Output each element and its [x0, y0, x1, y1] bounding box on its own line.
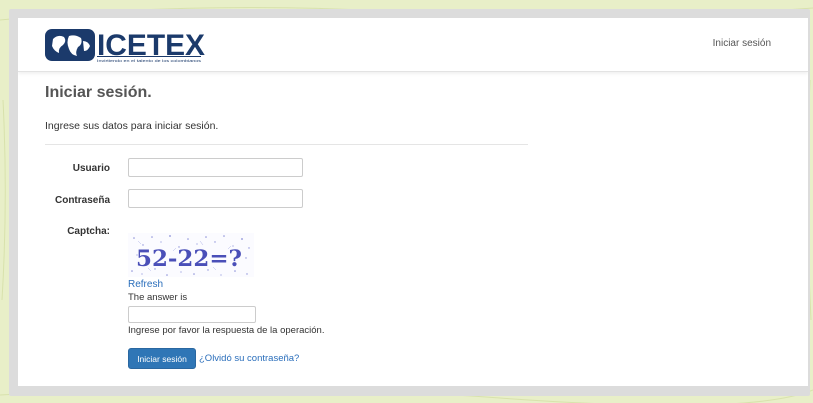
password-label: Contraseña [54, 195, 110, 206]
icetex-logo[interactable]: ICETEX Invirtiendo en el talento de los … [45, 27, 215, 63]
section-divider [45, 144, 528, 145]
top-navbar: ICETEX Invirtiendo en el talento de los … [18, 18, 808, 72]
nav-login-link[interactable]: Iniciar sesión [713, 38, 771, 49]
captcha-answer-input[interactable] [128, 306, 256, 323]
password-input[interactable] [128, 189, 303, 208]
captcha-answer-label: The answer is [128, 292, 188, 303]
svg-text:52-22=?: 52-22=? [136, 246, 242, 272]
login-submit-button[interactable]: Iniciar sesión [128, 348, 196, 369]
page-title: Iniciar sesión. [45, 84, 152, 101]
captcha-refresh-link[interactable]: Refresh [128, 279, 163, 290]
page-subtitle: Ingrese sus datos para iniciar sesión. [45, 120, 219, 132]
forgot-password-link[interactable]: ¿Olvidó su contraseña? [199, 353, 299, 364]
captcha-answer-hint: Ingrese por favor la respuesta de la ope… [128, 325, 325, 336]
svg-text:Invirtiendo en el talento de l: Invirtiendo en el talento de los colombi… [97, 58, 201, 63]
username-label: Usuario [72, 163, 110, 174]
login-page: ICETEX Invirtiendo en el talento de los … [18, 18, 808, 386]
captcha-label: Captcha: [67, 226, 110, 237]
captcha-image: 52-22=? [128, 233, 254, 277]
username-input[interactable] [128, 158, 303, 177]
